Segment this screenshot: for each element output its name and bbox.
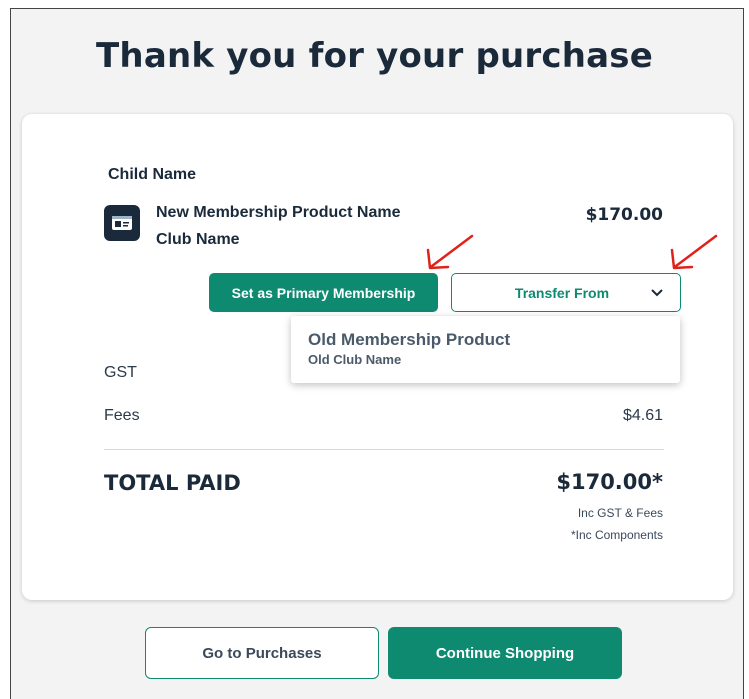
total-note-gst-fees: Inc GST & Fees (577, 506, 663, 520)
child-name: Child Name (108, 166, 197, 183)
continue-shopping-button[interactable]: Continue Shopping (388, 627, 622, 679)
gst-label: GST (104, 364, 137, 381)
total-note-components: *Inc Components (570, 528, 663, 542)
transfer-from-dropdown: Old Membership Product Old Club Name (291, 316, 680, 383)
id-card-icon (104, 205, 140, 241)
option-club-name: Old Club Name (308, 352, 402, 367)
transfer-from-label: Transfer From (514, 285, 610, 301)
total-paid-label: TOTAL PAID (104, 471, 241, 495)
chevron-down-icon (651, 289, 663, 297)
red-arrow-icon (670, 234, 718, 270)
go-to-purchases-button[interactable]: Go to Purchases (145, 627, 379, 679)
dropdown-option[interactable]: Old Membership Product Old Club Name (291, 316, 680, 383)
set-primary-membership-button[interactable]: Set as Primary Membership (209, 273, 438, 312)
divider (104, 449, 664, 450)
total-paid-value: $170.00* (556, 470, 663, 494)
product-price: $170.00 (585, 205, 663, 225)
page-title: Thank you for your purchase (96, 36, 653, 76)
club-name: Club Name (156, 231, 240, 248)
option-product-name: Old Membership Product (308, 330, 511, 349)
product-name: New Membership Product Name (156, 204, 401, 221)
red-arrow-icon (426, 234, 474, 270)
transfer-from-select[interactable]: Transfer From (451, 273, 681, 312)
fees-value: $4.61 (622, 407, 663, 424)
fees-label: Fees (104, 407, 140, 424)
